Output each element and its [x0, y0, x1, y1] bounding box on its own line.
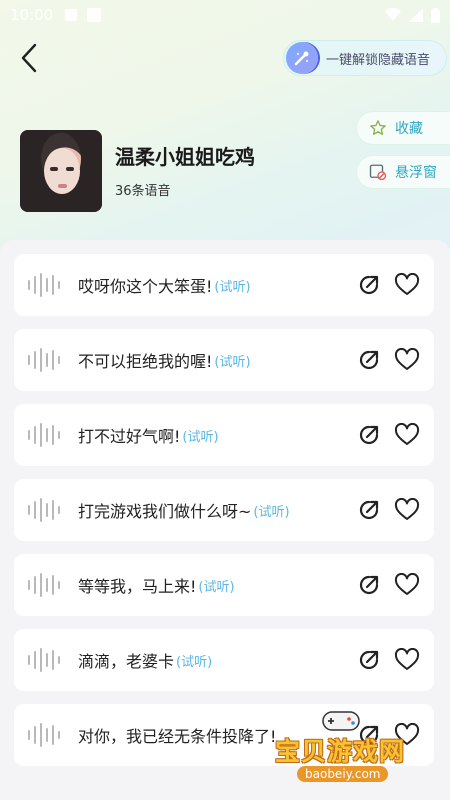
share-icon	[359, 575, 379, 595]
floating-window-button[interactable]: 悬浮窗	[356, 155, 450, 189]
share-icon	[359, 650, 379, 670]
signal-icon	[409, 8, 423, 22]
heart-icon	[394, 348, 420, 370]
chevron-left-icon	[21, 43, 37, 73]
voice-text: 滴滴，老婆卡	[78, 652, 175, 671]
voice-count: 36条语音	[115, 184, 171, 199]
share-button[interactable]	[356, 497, 382, 523]
profile-name: 温柔小姐姐吃鸡	[115, 145, 255, 169]
trial-listen-link[interactable]: (试听)	[214, 276, 250, 295]
share-button[interactable]	[356, 272, 382, 298]
magic-wand-icon	[286, 42, 318, 74]
like-button[interactable]	[394, 497, 420, 523]
voice-text: 打完游戏我们做什么呀~	[78, 502, 252, 521]
share-icon	[359, 275, 379, 295]
trial-listen-link[interactable]: (试听)	[182, 426, 218, 445]
like-button[interactable]	[394, 347, 420, 373]
share-button[interactable]	[356, 572, 382, 598]
back-button[interactable]	[14, 40, 44, 76]
voice-item[interactable]: 打不过好气啊! (试听)	[14, 404, 434, 466]
unlock-label: 一键解锁隐藏语音	[326, 52, 431, 68]
share-button[interactable]	[356, 647, 382, 673]
sound-wave-icon	[28, 498, 60, 522]
trial-listen-link[interactable]: (试听)	[253, 501, 289, 520]
trial-listen-link[interactable]: (试听)	[176, 651, 212, 670]
share-icon	[359, 425, 379, 445]
sound-wave-icon	[28, 723, 60, 747]
voice-item[interactable]: 滴滴，老婆卡 (试听)	[14, 629, 434, 691]
share-button[interactable]	[356, 422, 382, 448]
star-icon	[370, 120, 386, 135]
floating-window-label: 悬浮窗	[395, 165, 437, 181]
heart-icon	[394, 273, 420, 295]
voice-text: 对你，我已经无条件投降了!	[78, 727, 277, 746]
like-button[interactable]	[394, 422, 420, 448]
notification-icon-2	[87, 8, 102, 22]
favorite-button[interactable]: 收藏	[356, 111, 450, 145]
voice-text: 不可以拒绝我的喔!	[78, 352, 213, 371]
watermark-url: baobeiy.com	[297, 766, 389, 782]
status-time: 10:00	[10, 6, 54, 24]
unlock-hidden-voices-button[interactable]: 一键解锁隐藏语音	[283, 40, 447, 76]
voice-item[interactable]: 打完游戏我们做什么呀~ (试听)	[14, 479, 434, 541]
floating-window-icon	[369, 164, 387, 181]
sound-wave-icon	[28, 573, 60, 597]
heart-icon	[394, 573, 420, 595]
sound-wave-icon	[28, 423, 60, 447]
watermark-title: 宝贝游戏网	[275, 737, 406, 766]
notification-icon	[65, 9, 78, 21]
share-icon	[359, 500, 379, 520]
like-button[interactable]	[394, 572, 420, 598]
heart-icon	[394, 423, 420, 445]
favorite-label: 收藏	[395, 121, 423, 137]
heart-icon	[394, 648, 420, 670]
gamepad-icon	[322, 711, 360, 731]
voice-item[interactable]: 不可以拒绝我的喔! (试听)	[14, 329, 434, 391]
wifi-icon	[385, 8, 401, 21]
sound-wave-icon	[28, 348, 60, 372]
voice-text: 等等我，马上来!	[78, 577, 197, 596]
like-button[interactable]	[394, 272, 420, 298]
share-icon	[359, 350, 379, 370]
sound-wave-icon	[28, 648, 60, 672]
trial-listen-link[interactable]: (试听)	[198, 576, 234, 595]
heart-icon	[394, 498, 420, 520]
avatar	[20, 130, 102, 212]
watermark-logo: 宝贝游戏网 baobeiy.com	[275, 706, 450, 796]
voice-text: 哎呀你这个大笨蛋!	[78, 277, 213, 296]
sound-wave-icon	[28, 273, 60, 297]
trial-listen-link[interactable]: (试听)	[214, 351, 250, 370]
like-button[interactable]	[394, 647, 420, 673]
voice-item[interactable]: 等等我，马上来! (试听)	[14, 554, 434, 616]
status-bar: 10:00	[0, 0, 450, 30]
voice-item[interactable]: 哎呀你这个大笨蛋! (试听)	[14, 254, 434, 316]
battery-icon	[431, 7, 440, 23]
share-button[interactable]	[356, 347, 382, 373]
voice-text: 打不过好气啊!	[78, 427, 181, 446]
